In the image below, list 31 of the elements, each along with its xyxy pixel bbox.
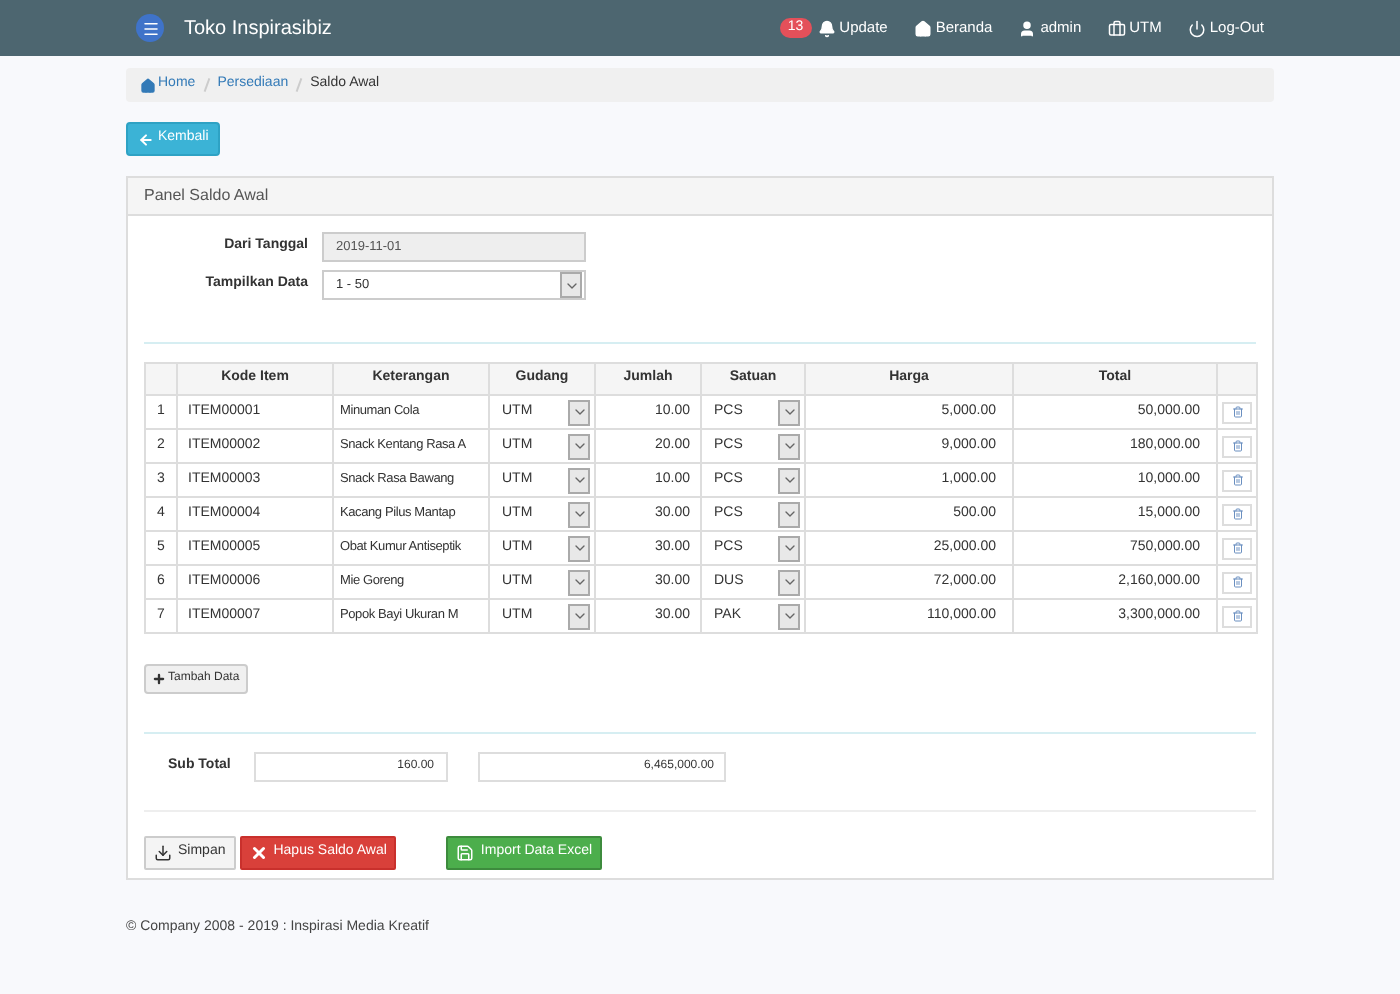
trash-icon xyxy=(1231,474,1243,486)
breadcrumb-separator xyxy=(295,78,303,92)
trash-icon xyxy=(1231,610,1243,622)
home-icon xyxy=(913,19,932,37)
delete-row-button[interactable] xyxy=(1222,503,1252,525)
delete-row-button[interactable] xyxy=(1222,435,1252,457)
trash-icon xyxy=(1231,406,1243,418)
delete-row-button[interactable] xyxy=(1222,537,1252,559)
menu-icon xyxy=(141,19,159,37)
bell-icon xyxy=(817,19,836,37)
briefcase-icon xyxy=(1107,19,1126,37)
breadcrumb-separator xyxy=(203,78,210,92)
power-icon xyxy=(1187,19,1206,37)
trash-icon xyxy=(1231,576,1243,588)
delete-row-button[interactable] xyxy=(1222,469,1252,491)
user-icon xyxy=(1018,19,1037,37)
panel-heading: Panel Saldo Awal xyxy=(128,178,1272,216)
dropdown-caret-icon xyxy=(560,272,582,298)
download-icon xyxy=(154,844,172,862)
delete-row-button[interactable] xyxy=(1222,571,1252,593)
app-title: Toko Inspirasibiz xyxy=(184,15,332,43)
menu-button[interactable] xyxy=(136,14,164,42)
trash-icon xyxy=(1231,440,1243,452)
delete-row-button[interactable] xyxy=(1222,605,1252,627)
arrow-left-icon xyxy=(138,131,154,147)
trash-icon xyxy=(1231,508,1243,520)
close-icon xyxy=(249,844,268,862)
home-icon xyxy=(140,77,156,93)
plus-icon xyxy=(152,672,166,686)
trash-icon xyxy=(1231,542,1243,554)
delete-row-button[interactable] xyxy=(1222,401,1252,423)
